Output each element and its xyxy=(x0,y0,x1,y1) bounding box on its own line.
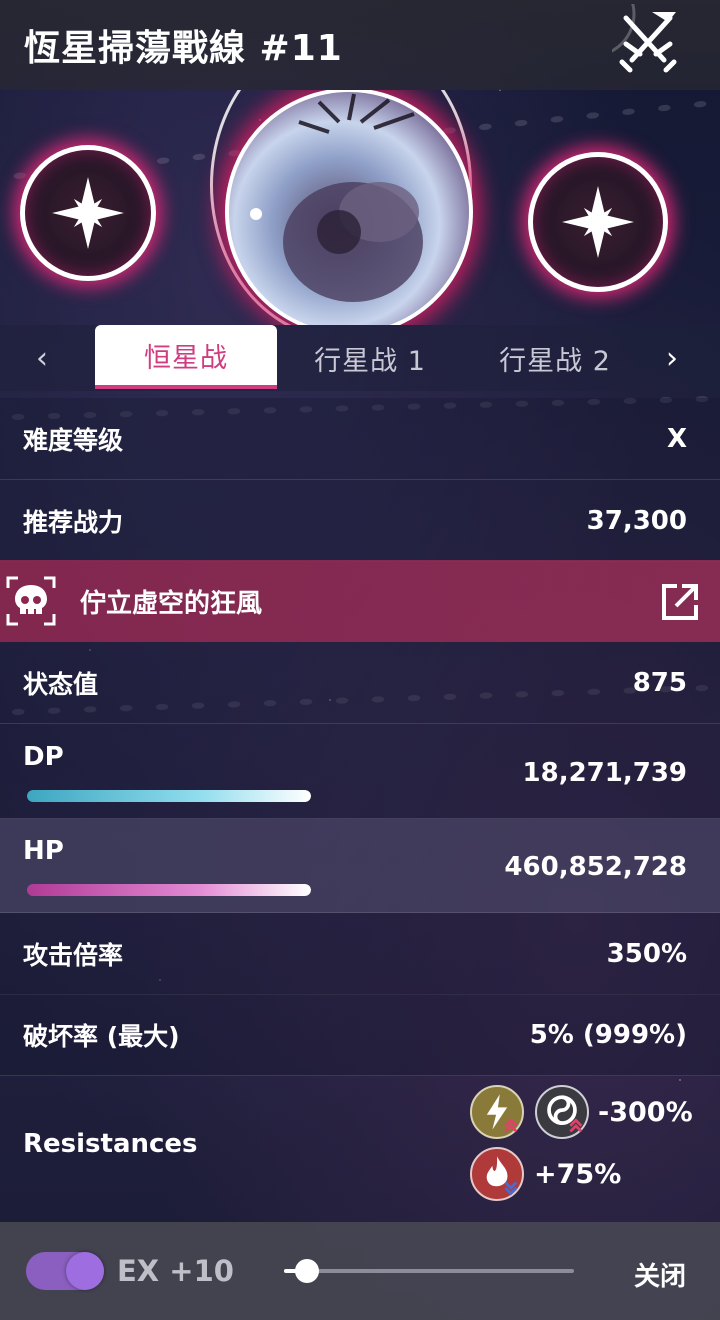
recommended-power-label: 推荐战力 xyxy=(23,507,124,537)
difficulty-value: X xyxy=(666,423,687,454)
right-planet-node[interactable] xyxy=(528,152,668,292)
external-link-icon[interactable] xyxy=(660,582,700,622)
tab-planet-battle-1[interactable]: 行星战 1 xyxy=(300,327,440,389)
header-bar: 恆星掃蕩戰線 #11 xyxy=(0,0,720,90)
resistances-label: Resistances xyxy=(23,1129,198,1159)
footer-bar: EX +10 关闭 xyxy=(0,1222,720,1320)
status-value-label: 状态值 xyxy=(23,669,99,699)
ex-level-label: EX +10 xyxy=(117,1254,234,1288)
dp-value: 18,271,739 xyxy=(522,758,687,788)
dp-label: DP xyxy=(23,742,64,772)
attack-multiplier-row: 攻击倍率 350% xyxy=(0,913,720,995)
boss-row[interactable]: 佇立虛空的狂風 xyxy=(0,560,720,642)
star-icon xyxy=(562,186,634,258)
difficulty-row: 难度等级 X xyxy=(0,398,720,480)
status-value-row: 状态值 875 xyxy=(0,642,720,724)
crossed-swords-icon xyxy=(612,4,677,73)
status-value: 875 xyxy=(632,667,687,698)
boss-figure-image xyxy=(283,93,423,302)
break-rate-row: 破坏率 (最大) 5% (999%) xyxy=(0,994,720,1076)
hp-value: 460,852,728 xyxy=(504,852,687,882)
resistance-value-group1: -300% xyxy=(598,1097,693,1128)
dp-bar-fill xyxy=(27,790,311,802)
skull-icon xyxy=(6,576,56,626)
attack-multiplier-label: 攻击倍率 xyxy=(23,940,124,970)
ex-level-slider[interactable] xyxy=(284,1259,574,1283)
hp-bar xyxy=(27,884,311,896)
attack-multiplier-value: 350% xyxy=(606,938,687,969)
chevron-right-icon[interactable]: › xyxy=(642,325,702,391)
break-rate-value: 5% (999%) xyxy=(529,1019,687,1050)
dp-bar xyxy=(27,790,311,802)
tab-star-battle[interactable]: 恒星战 xyxy=(95,325,277,389)
boss-name: 佇立虛空的狂風 xyxy=(80,588,263,619)
chevron-left-icon[interactable]: ‹ xyxy=(0,325,84,391)
left-planet-node[interactable] xyxy=(20,145,156,281)
stage-map xyxy=(0,90,720,325)
lightning-icon xyxy=(470,1085,524,1139)
hp-label: HP xyxy=(23,836,64,866)
ex-level-slider-knob[interactable] xyxy=(295,1259,320,1283)
break-rate-label: 破坏率 (最大) xyxy=(23,1021,180,1051)
orbit-marker xyxy=(250,208,262,220)
boss-portrait[interactable] xyxy=(225,90,473,325)
stage-tabs: ‹ 恒星战 行星战 1 行星战 2 › xyxy=(0,325,720,391)
resistances-row: Resistances -300% +75% xyxy=(0,1075,720,1223)
ex-toggle-knob[interactable] xyxy=(66,1252,104,1290)
fire-icon xyxy=(470,1147,524,1201)
star-icon xyxy=(52,177,124,249)
recommended-power-row: 推荐战力 37,300 xyxy=(0,480,720,562)
hp-bar-fill xyxy=(27,884,311,896)
resistance-value-group2: +75% xyxy=(534,1159,622,1190)
tab-planet-battle-2[interactable]: 行星战 2 xyxy=(485,327,625,389)
close-button[interactable]: 关闭 xyxy=(634,1256,686,1293)
recommended-power-value: 37,300 xyxy=(586,505,687,536)
difficulty-label: 难度等级 xyxy=(23,425,124,455)
dp-row: DP 18,271,739 xyxy=(0,724,720,819)
dark-icon xyxy=(535,1085,589,1139)
ex-toggle[interactable] xyxy=(26,1252,104,1290)
hp-row: HP 460,852,728 xyxy=(0,818,720,913)
page-title: 恆星掃蕩戰線 #11 xyxy=(24,28,343,69)
